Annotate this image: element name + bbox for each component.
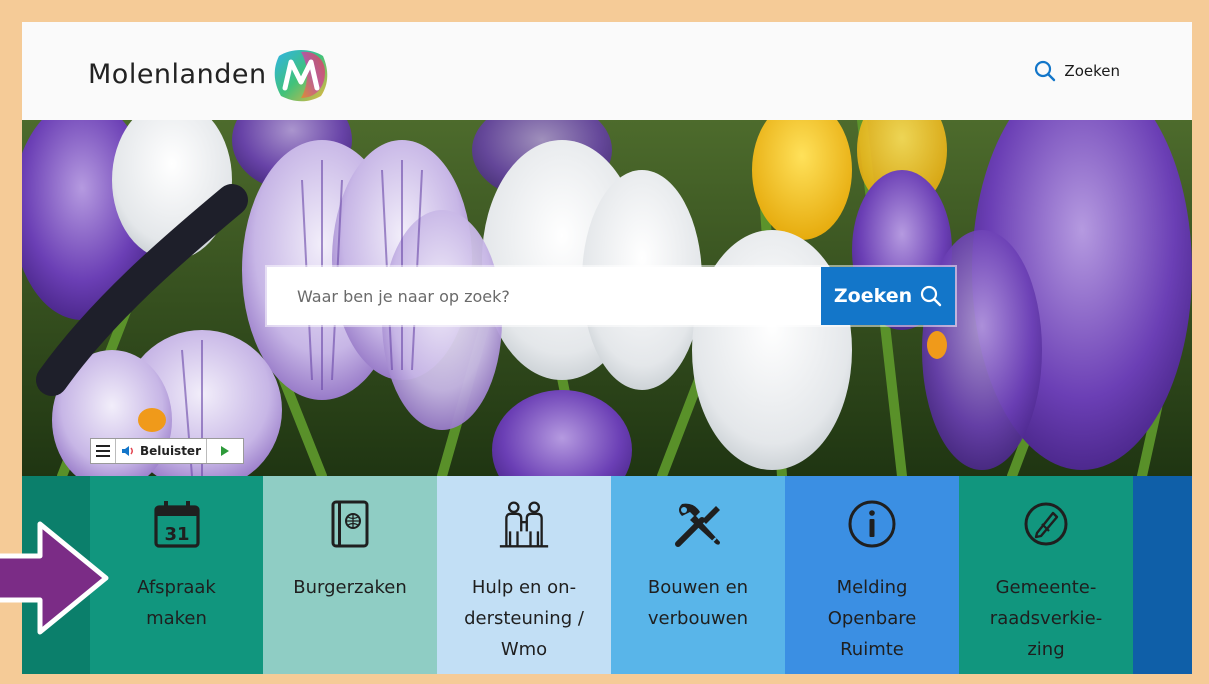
tile-hulp-en-ondersteuning[interactable]: Hulp en on- dersteuning / Wmo — [437, 476, 611, 674]
logo-text: Molenlanden — [88, 58, 267, 90]
readspeaker-listen-label: Beluister — [140, 444, 201, 458]
play-icon — [221, 446, 229, 456]
tile-bouwen-en-verbouwen[interactable]: Bouwen en verbouwen — [611, 476, 785, 674]
readspeaker-play-button[interactable] — [207, 439, 243, 463]
header-search-label: Zoeken — [1064, 62, 1120, 80]
readspeaker-menu-button[interactable] — [91, 439, 116, 463]
tile-label: Gemeente- raadsverkie- zing — [989, 577, 1103, 660]
page-frame: Molenlanden Zoeken Waar ben je naar op z… — [22, 22, 1192, 674]
readspeaker-toolbar: Beluister — [90, 438, 244, 464]
people-support-icon — [498, 498, 550, 550]
hamburger-icon — [96, 445, 110, 457]
ballot-pen-icon — [1020, 498, 1072, 550]
header-search-link[interactable]: Zoeken — [1034, 60, 1120, 82]
tile-burgerzaken[interactable]: Burgerzaken — [263, 476, 437, 674]
tile-label: Afspraak maken — [137, 577, 216, 629]
tile-label: Burgerzaken — [293, 577, 407, 598]
speaker-icon — [122, 446, 133, 456]
search-button-label: Zoeken — [833, 285, 913, 307]
calendar-day: 31 — [164, 524, 189, 545]
passport-icon — [324, 498, 376, 550]
tile-melding-openbare-ruimte[interactable]: Melding Openbare Ruimte — [785, 476, 959, 674]
tools-icon — [672, 498, 724, 550]
search-input[interactable] — [267, 267, 821, 325]
site-header: Molenlanden Zoeken — [22, 22, 1192, 120]
tile-label: Bouwen en verbouwen — [647, 577, 749, 629]
quick-links-tiles: 31 Afspraak maken Burgerzaken Hulp en on… — [22, 476, 1192, 674]
search-icon — [921, 285, 942, 307]
hero-search-form: Zoeken — [267, 267, 955, 325]
calendar-icon: 31 — [151, 498, 203, 550]
logo-mark-icon — [274, 50, 327, 102]
tile-label: Hulp en on- dersteuning / Wmo — [464, 577, 584, 660]
search-button[interactable]: Zoeken — [821, 267, 955, 325]
site-logo[interactable]: Molenlanden — [88, 44, 331, 104]
search-icon — [1035, 60, 1056, 82]
annotation-arrow-icon — [0, 521, 109, 635]
tile-gemeenteraadsverkiezing[interactable]: Gemeente- raadsverkie- zing — [959, 476, 1133, 674]
info-icon — [846, 498, 898, 550]
hero-banner: Zoeken Beluister — [22, 120, 1192, 476]
tile-label: Melding Openbare Ruimte — [827, 577, 917, 660]
tiles-edge-right — [1133, 476, 1192, 674]
readspeaker-listen-button[interactable]: Beluister — [116, 439, 207, 463]
